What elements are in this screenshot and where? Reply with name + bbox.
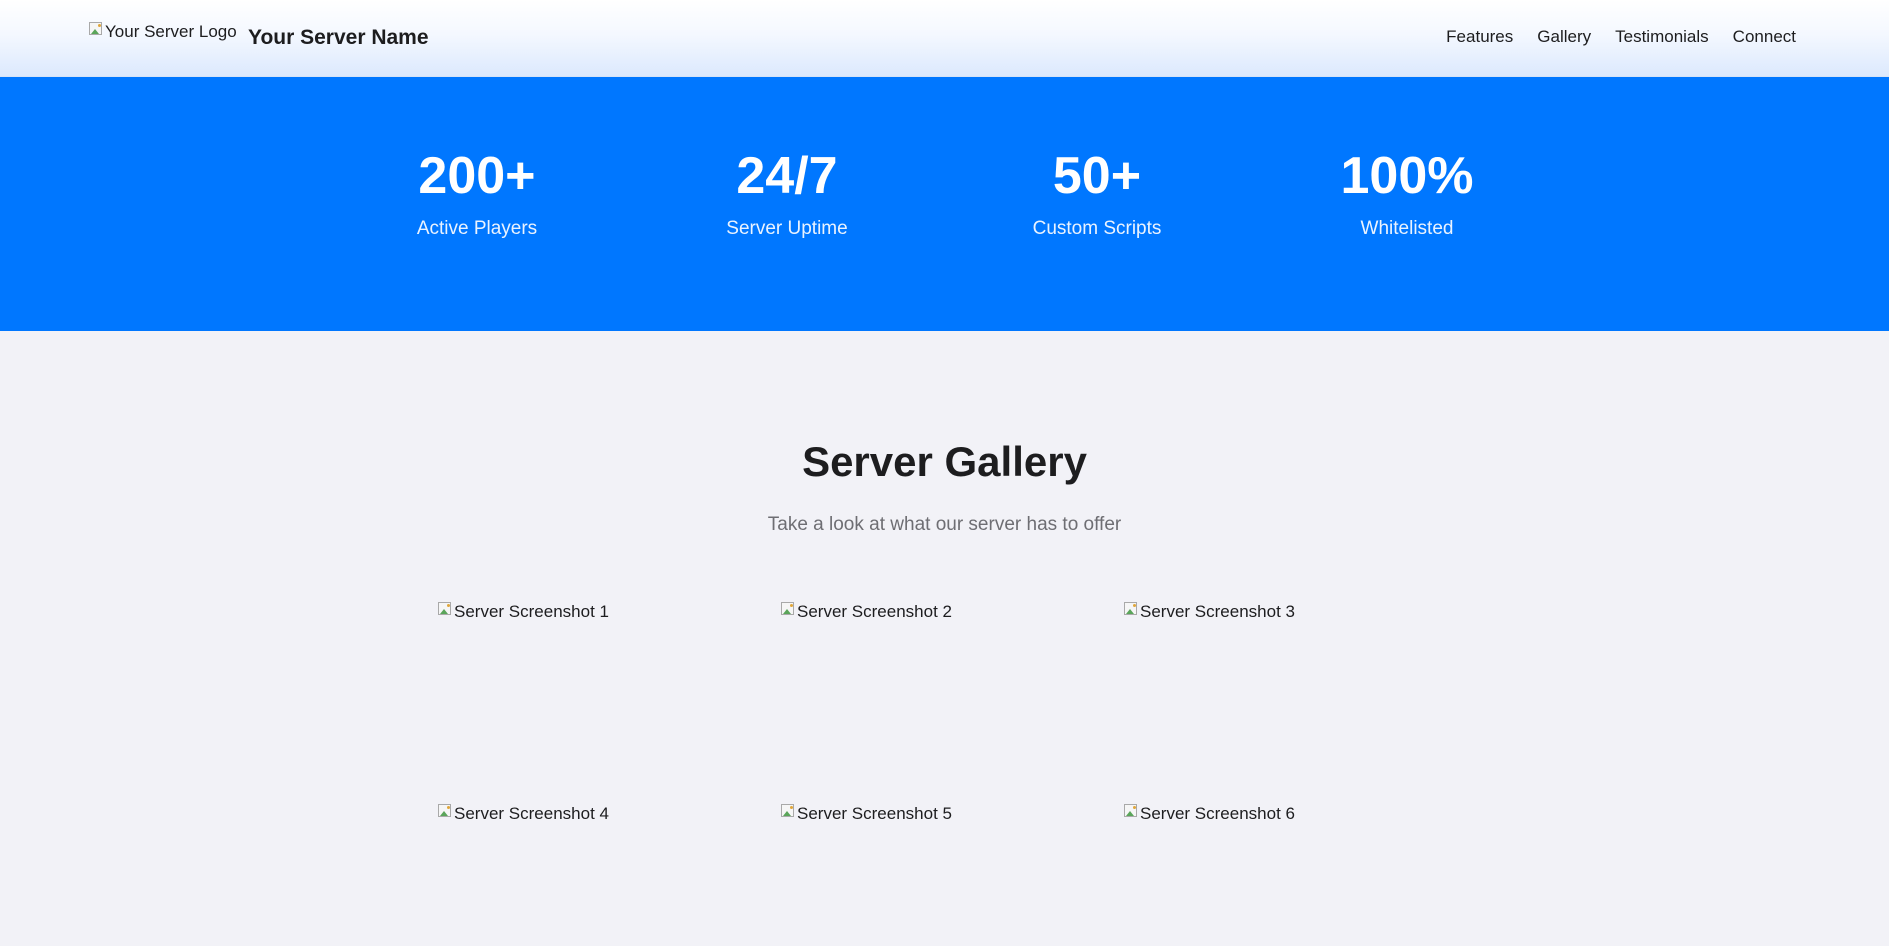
server-name[interactable]: Your Server Name	[248, 24, 429, 52]
gallery-image-6[interactable]: Server Screenshot 6	[1123, 803, 1295, 825]
image-alt-text: Server Screenshot 6	[1140, 804, 1295, 823]
stat-value: 24/7	[736, 147, 838, 205]
broken-image-icon	[780, 601, 796, 617]
gallery-image-1[interactable]: Server Screenshot 1	[437, 601, 609, 623]
broken-image-icon	[1123, 601, 1139, 617]
stats-section: 200+ Active Players 24/7 Server Uptime 5…	[0, 77, 1889, 331]
broken-image-icon	[88, 21, 104, 37]
gallery-image-4[interactable]: Server Screenshot 4	[437, 803, 609, 825]
nav-link-gallery[interactable]: Gallery	[1537, 26, 1591, 48]
broken-image-icon	[437, 803, 453, 819]
stat-label: Server Uptime	[726, 218, 848, 239]
stat-label: Whitelisted	[1360, 218, 1454, 239]
server-logo[interactable]: Your Server Logo	[88, 21, 237, 43]
stat-whitelisted: 100% Whitelisted	[1287, 145, 1527, 241]
broken-image-icon	[780, 803, 796, 819]
stat-active-players: 200+ Active Players	[357, 145, 597, 241]
image-alt-text: Server Screenshot 5	[797, 804, 952, 823]
stat-value: 50+	[1052, 147, 1142, 205]
main-nav: Features Gallery Testimonials Connect	[1446, 26, 1796, 48]
site-header: Your Server Logo Your Server Name Featur…	[0, 0, 1889, 77]
stat-label: Active Players	[416, 218, 538, 239]
gallery-subtitle: Take a look at what our server has to of…	[767, 514, 1122, 535]
image-alt-text: Server Screenshot 4	[454, 804, 609, 823]
stat-label: Custom Scripts	[1032, 218, 1162, 239]
gallery-image-3[interactable]: Server Screenshot 3	[1123, 601, 1295, 623]
broken-image-icon	[1123, 803, 1139, 819]
logo-alt-text: Your Server Logo	[105, 22, 237, 41]
broken-image-icon	[437, 601, 453, 617]
gallery-title: Server Gallery	[802, 438, 1087, 485]
gallery-image-5[interactable]: Server Screenshot 5	[780, 803, 952, 825]
nav-link-testimonials[interactable]: Testimonials	[1615, 26, 1709, 48]
stat-server-uptime: 24/7 Server Uptime	[667, 145, 907, 241]
gallery-image-2[interactable]: Server Screenshot 2	[780, 601, 952, 623]
stat-value: 100%	[1340, 147, 1474, 205]
image-alt-text: Server Screenshot 1	[454, 602, 609, 621]
nav-link-features[interactable]: Features	[1446, 26, 1513, 48]
stat-custom-scripts: 50+ Custom Scripts	[977, 145, 1217, 241]
stat-value: 200+	[418, 147, 536, 205]
image-alt-text: Server Screenshot 2	[797, 602, 952, 621]
nav-link-connect[interactable]: Connect	[1733, 26, 1796, 48]
image-alt-text: Server Screenshot 3	[1140, 602, 1295, 621]
